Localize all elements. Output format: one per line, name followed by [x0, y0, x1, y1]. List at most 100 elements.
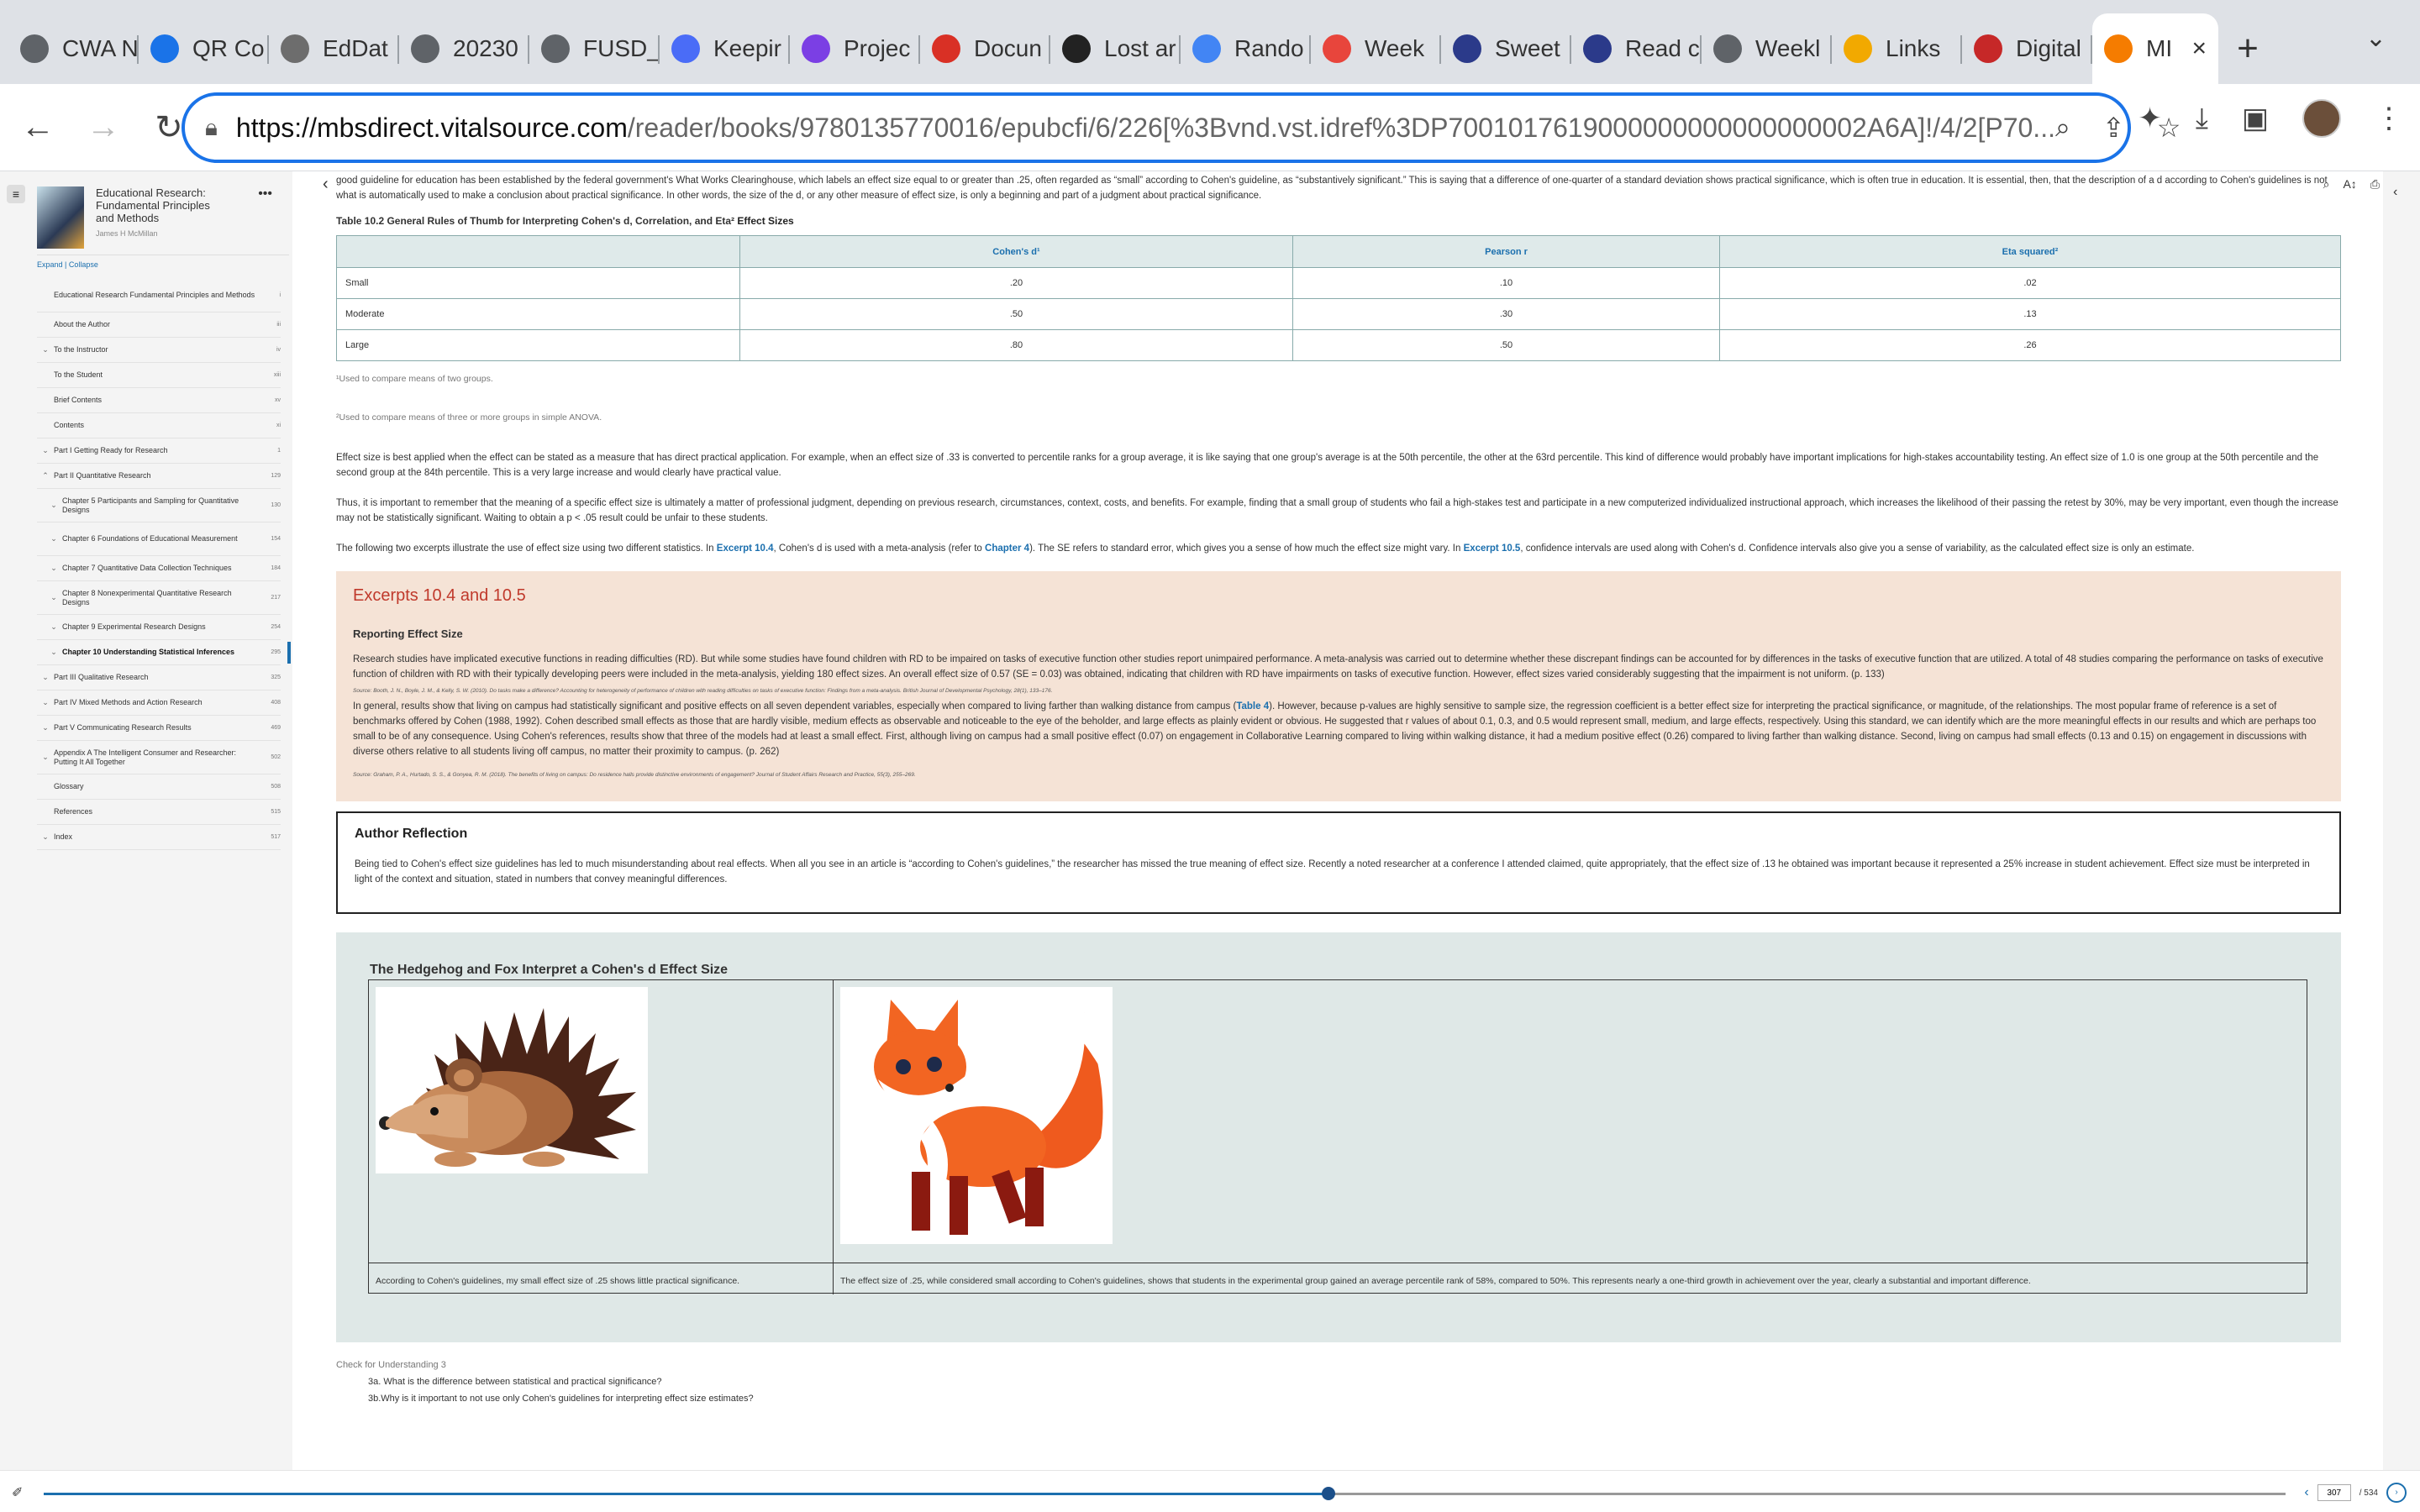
chevron-icon[interactable]: ⌃ — [37, 471, 54, 480]
toc-item[interactable]: Educational Research Fundamental Princip… — [37, 279, 281, 312]
toc-item[interactable]: ⌄ Part V Communicating Research Results 46… — [37, 716, 281, 741]
chevron-icon[interactable]: ⌄ — [37, 345, 54, 354]
page-number-input[interactable] — [2317, 1484, 2351, 1501]
text-size-icon[interactable]: A↕ — [2343, 177, 2356, 192]
collapse-arrow-icon[interactable]: ‹ — [323, 175, 329, 194]
toc-item[interactable]: ⌃ Part II Quantitative Research 129 — [37, 464, 281, 489]
toc-item[interactable]: ⌄ Part I Getting Ready for Research 1 — [37, 438, 281, 464]
table-cell: .50 — [1292, 329, 1720, 361]
lock-icon: 🔒︎ — [205, 113, 218, 140]
extensions-icon[interactable]: ✦ — [2138, 102, 2162, 135]
browser-tab[interactable]: Lost ar — [1050, 13, 1181, 84]
toc-item[interactable]: Contents xi — [37, 413, 281, 438]
address-bar[interactable]: 🔒︎ https://mbsdirect.vitalsource.com/rea… — [182, 92, 2181, 163]
forward-icon[interactable]: → — [76, 100, 131, 155]
browser-tab[interactable]: Digital — [1962, 13, 2092, 84]
profile-avatar[interactable] — [2302, 99, 2341, 138]
toc-item[interactable]: About the Author iii — [37, 312, 281, 338]
table-4-link[interactable]: Table 4 — [1236, 701, 1269, 711]
tab-label: CWA N — [62, 35, 139, 61]
prev-page-icon[interactable]: ‹ — [2304, 1485, 2308, 1500]
footnote-2: ²Used to compare means of three or more … — [336, 412, 602, 423]
chevron-icon[interactable]: ⌄ — [37, 723, 54, 732]
download-icon[interactable]: ⤓ — [2196, 102, 2208, 135]
chevron-icon[interactable]: ⌄ — [37, 698, 54, 707]
back-icon[interactable]: ← — [10, 100, 66, 155]
chevron-icon[interactable]: ⌄ — [37, 446, 54, 455]
table-caption-link[interactable]: Effect Sizes — [737, 215, 793, 227]
toc-item[interactable]: References 515 — [37, 800, 281, 825]
c-icon — [802, 34, 830, 63]
progress-track[interactable] — [44, 1487, 2286, 1500]
progress-handle[interactable] — [1321, 1487, 1335, 1500]
tab-label: 20230 — [453, 35, 518, 61]
next-page-icon[interactable]: › — [2386, 1483, 2407, 1503]
collapse-link[interactable]: Collapse — [69, 260, 98, 269]
chevron-icon[interactable]: ⌄ — [37, 753, 54, 762]
tab-search-icon[interactable]: ⌄ — [2365, 24, 2386, 53]
browser-tab[interactable]: CWA N — [8, 13, 139, 84]
reflection-title: Author Reflection — [355, 827, 468, 841]
toc-item[interactable]: ⌄ Chapter 7 Quantitative Data Collection … — [37, 556, 281, 581]
toc-item-page: 295 — [271, 649, 281, 655]
browser-tab[interactable]: QR Co — [139, 13, 269, 84]
tab-label: Sweet — [1495, 35, 1560, 61]
browser-tab[interactable]: Sweet — [1441, 13, 1571, 84]
toc-item[interactable]: Glossary 508 — [37, 774, 281, 800]
chevron-icon[interactable]: ⌄ — [45, 534, 62, 543]
bookmark-icon[interactable]: ✐ — [12, 1484, 23, 1501]
chapter-4-link[interactable]: Chapter 4 — [985, 543, 1029, 554]
excerpt-title: Excerpts 10.4 and 10.5 — [353, 586, 526, 605]
toc-item[interactable]: ⌄ Chapter 9 Experimental Research Designs… — [37, 615, 281, 640]
print-icon[interactable]: ⎙ — [2370, 177, 2380, 192]
progress-fill — [44, 1493, 1328, 1495]
toc-item[interactable]: To the Student xiii — [37, 363, 281, 388]
expand-link[interactable]: Expand — [37, 260, 63, 269]
toc-item[interactable]: ⌄ Chapter 8 Nonexperimental Quantitative … — [37, 581, 281, 615]
notes-panel-icon[interactable]: ‹ — [2393, 185, 2397, 200]
chevron-icon[interactable]: ⌄ — [45, 564, 62, 573]
chevron-icon[interactable]: ⌄ — [45, 593, 62, 602]
tab-label: Lost ar — [1104, 35, 1176, 61]
paragraph-2: Thus, it is important to remember that t… — [336, 498, 2338, 523]
toc-item[interactable]: ⌄ Chapter 10 Understanding Statistical In… — [37, 640, 291, 665]
browser-tab[interactable]: Week — [1311, 13, 1441, 84]
browser-tab[interactable]: 20230 — [399, 13, 529, 84]
browser-tab[interactable]: Read c — [1571, 13, 1702, 84]
toc-item[interactable]: ⌄ Index 517 — [37, 825, 281, 850]
chevron-icon[interactable]: ⌄ — [45, 501, 62, 510]
side-panel-icon[interactable]: ▣ — [2242, 102, 2269, 135]
browser-tab[interactable]: EdDat — [269, 13, 399, 84]
toc-item[interactable]: ⌄ Appendix A The Intelligent Consumer and… — [37, 741, 281, 774]
toc-item-page: 508 — [271, 784, 281, 790]
toc-item[interactable]: ⌄ Chapter 6 Foundations of Educational Me… — [37, 522, 281, 556]
check-question-3b: 3b.Why is it important to not use only C… — [368, 1394, 754, 1404]
browser-tab[interactable]: Rando — [1181, 13, 1311, 84]
excerpt-10-4-link[interactable]: Excerpt 10.4 — [717, 543, 774, 554]
chevron-icon[interactable]: ⌄ — [37, 673, 54, 682]
browser-tab[interactable]: Links — [1832, 13, 1962, 84]
hedgehog-caption: According to Cohen's guidelines, my smal… — [369, 1263, 834, 1294]
toc-item-label: To the Instructor — [54, 345, 108, 354]
chevron-icon[interactable]: ⌄ — [45, 648, 62, 657]
browser-tab[interactable]: MI × — [2092, 13, 2218, 84]
chevron-icon[interactable]: ⌄ — [45, 622, 62, 632]
browser-tab[interactable]: Keepir — [660, 13, 790, 84]
browser-tab[interactable]: Docun — [920, 13, 1050, 84]
new-tab-button[interactable]: + — [2218, 13, 2277, 84]
browser-tab[interactable]: Projec — [790, 13, 920, 84]
toc-item[interactable]: Brief Contents xv — [37, 388, 281, 413]
toc-item[interactable]: ⌄ To the Instructor iv — [37, 338, 281, 363]
browser-menu-icon[interactable]: ⋮ — [2375, 102, 2403, 135]
toc-item[interactable]: ⌄ Chapter 5 Participants and Sampling for… — [37, 489, 281, 522]
close-tab-icon[interactable]: × — [2191, 34, 2207, 63]
browser-tab[interactable]: Weekl — [1702, 13, 1832, 84]
browser-tab[interactable]: FUSD_ — [529, 13, 660, 84]
excerpt-10-5-link[interactable]: Excerpt 10.5 — [1464, 543, 1521, 554]
share-icon[interactable]: ⇪ — [2102, 112, 2125, 144]
toc-item-page: 325 — [271, 675, 281, 680]
toc-item[interactable]: ⌄ Part III Qualitative Research 325 — [37, 665, 281, 690]
chevron-icon[interactable]: ⌄ — [37, 832, 54, 842]
zoom-icon[interactable]: ⌕ — [2055, 112, 2070, 144]
toc-item[interactable]: ⌄ Part IV Mixed Methods and Action Resear… — [37, 690, 281, 716]
